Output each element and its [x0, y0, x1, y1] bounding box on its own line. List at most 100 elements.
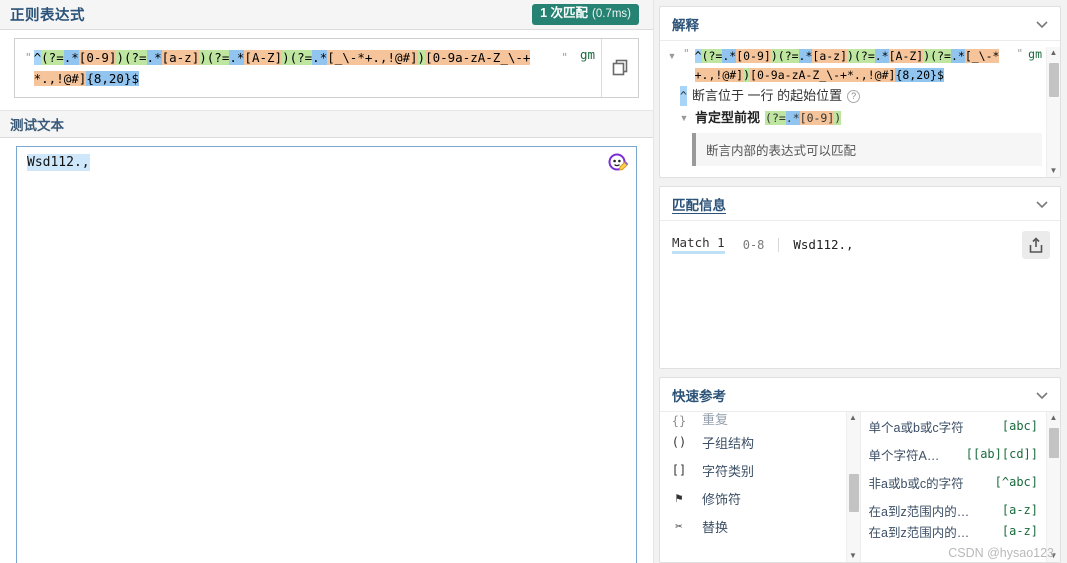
match-label[interactable]: Match 1 — [672, 235, 725, 254]
quick-reference-header: 快速参考 — [660, 378, 1060, 412]
regex-delimiter-close: " — [561, 51, 568, 64]
entry-label: 单个字符A… — [868, 448, 940, 463]
scroll-up-icon[interactable]: ▲ — [1050, 49, 1058, 57]
explanation-body: ▼ " ^(?=.*[0-9])(?=.*[a-z])(?=.*[A-Z])(?… — [660, 41, 1060, 177]
list-item[interactable]: 单个字符A… [[ab][cd]] — [869, 440, 1041, 468]
entry-code: [[ab][cd]] — [965, 447, 1038, 461]
explanation-item-anchor: ^ 断言位于 一行 的起始位置 ? — [666, 85, 1042, 107]
list-item[interactable]: [] 字符类别 — [668, 456, 840, 484]
entry-code: [abc] — [1001, 419, 1038, 433]
test-text-title: 测试文本 — [10, 118, 64, 133]
explanation-anchor-token: ^ — [680, 86, 687, 106]
quick-reference-body: {} 重复 () 子组结构 [] 字符类别 ⚑ 修饰符 ✂ 替换 ▲ ▼ 单个a… — [660, 412, 1060, 562]
scroll-down-icon[interactable]: ▼ — [1050, 167, 1058, 175]
match-range: 0-8 — [743, 237, 780, 252]
entry-scrollbar[interactable]: ▲ ▼ — [1046, 412, 1060, 562]
category-scrollbar[interactable]: ▲ ▼ — [845, 412, 860, 562]
list-item[interactable]: 在a到z范围内的… [a-z] — [869, 496, 1041, 524]
category-list: {} 重复 () 子组结构 [] 字符类别 ⚑ 修饰符 ✂ 替换 — [660, 412, 846, 562]
regex-panel-header: 正则表达式 1 次匹配 (0.7ms) — [0, 0, 653, 30]
scroll-down-icon[interactable]: ▼ — [1050, 552, 1058, 560]
entry-label: 在a到z范围内的… — [868, 504, 970, 519]
chevron-down-icon[interactable] — [1034, 196, 1050, 212]
export-button[interactable] — [1022, 231, 1050, 259]
scrollbar-thumb[interactable] — [848, 474, 859, 512]
list-item[interactable]: () 子组结构 — [668, 428, 840, 456]
explanation-flags: gm — [1028, 47, 1042, 61]
quick-reference-categories: {} 重复 () 子组结构 [] 字符类别 ⚑ 修饰符 ✂ 替换 ▲ ▼ — [660, 412, 861, 562]
avatar-pencil-icon[interactable] — [607, 152, 629, 174]
export-icon — [1029, 236, 1043, 253]
explanation-item-lookahead: ▼ 肯定型前视 (?=.*[0-9]) — [666, 107, 1042, 129]
right-panel: 解释 ▼ " ^(?=.*[0-9])(?=.*[a-z])(?=.*[A-Z]… — [654, 0, 1067, 563]
explain-delimiter-close: " — [1016, 47, 1024, 60]
list-item-label: 替换 — [702, 519, 729, 535]
scissors-icon: ✂ — [675, 519, 683, 533]
explanation-header: 解释 — [660, 7, 1060, 41]
explanation-tree: ▼ " ^(?=.*[0-9])(?=.*[a-z])(?=.*[A-Z])(?… — [660, 47, 1046, 177]
page-title: 正则表达式 — [10, 8, 85, 24]
scroll-down-icon[interactable]: ▼ — [849, 552, 857, 560]
entry-label: 非a或b或c的字符 — [868, 476, 964, 491]
test-text-input[interactable]: Wsd112., — [16, 146, 637, 563]
match-info-body: Match 1 0-8 Wsd112., — [660, 221, 1060, 368]
chevron-down-icon[interactable] — [1034, 16, 1050, 32]
scrollbar-thumb[interactable] — [1049, 428, 1059, 458]
explanation-note: 断言内部的表达式可以匹配 — [692, 133, 1042, 166]
list-item[interactable]: 非a或b或c的字符 [^abc] — [869, 468, 1041, 496]
list-item-label: 子组结构 — [702, 435, 755, 451]
regex-delimiter-open: " — [25, 51, 32, 64]
match-info-header: 匹配信息 — [660, 187, 1060, 221]
copy-icon — [612, 59, 627, 76]
entry-code: [a-z] — [1001, 503, 1038, 517]
explanation-regex-text: ^(?=.*[0-9])(?=.*[a-z])(?=.*[A-Z])(?=.*[… — [694, 49, 1000, 82]
entry-label: 单个a或b或c字符 — [868, 420, 964, 435]
list-item[interactable]: 在a到z范围内的… [a-z] — [869, 524, 1041, 538]
chevron-down-icon[interactable] — [1034, 387, 1050, 403]
quick-reference-entries: 单个a或b或c字符 [abc] 单个字符A… [[ab][cd]] 非a或b或c… — [861, 412, 1060, 562]
scroll-up-icon[interactable]: ▲ — [1050, 414, 1058, 422]
explanation-card: 解释 ▼ " ^(?=.*[0-9])(?=.*[a-z])(?=.*[A-Z]… — [659, 6, 1061, 178]
entry-label: 在a到z范围内的… — [868, 525, 970, 539]
regex-input[interactable]: " ^(?=.*[0-9])(?=.*[a-z])(?=.*[A-Z])(?=.… — [15, 39, 576, 97]
explanation-lookahead-token: (?=.*[0-9]) — [765, 111, 842, 125]
match-count-label: 1 次匹配 — [540, 6, 589, 21]
regex-pattern-text: ^(?=.*[0-9])(?=.*[a-z])(?=.*[A-Z])(?=.*[… — [33, 50, 531, 86]
explain-delimiter-open: " — [683, 47, 690, 60]
entry-list: 单个a或b或c字符 [abc] 单个字符A… [[ab][cd]] 非a或b或c… — [861, 412, 1047, 562]
brackets-icon: [] — [671, 463, 687, 477]
match-row[interactable]: Match 1 0-8 Wsd112., — [672, 235, 1048, 254]
quick-reference-card: 快速参考 {} 重复 () 子组结构 [] 字符类别 ⚑ 修饰符 ✂ 替换 ▲ … — [659, 377, 1061, 563]
list-item[interactable]: ⚑ 修饰符 — [668, 484, 840, 512]
left-panel: 正则表达式 1 次匹配 (0.7ms) " ^(?=.*[0-9])(?=.*[… — [0, 0, 654, 563]
list-item[interactable]: 单个a或b或c字符 [abc] — [869, 412, 1041, 440]
match-info-title: 匹配信息 — [672, 197, 726, 213]
test-text-header: 测试文本 — [0, 110, 653, 138]
tree-toggle-root[interactable]: ▼ — [666, 47, 678, 65]
match-text: Wsd112., — [793, 237, 854, 252]
copy-button[interactable] — [601, 39, 638, 97]
tree-toggle-lookahead[interactable]: ▼ — [678, 109, 690, 127]
test-text-match-highlight: Wsd112., — [27, 154, 90, 171]
explanation-root-row: ▼ " ^(?=.*[0-9])(?=.*[a-z])(?=.*[A-Z])(?… — [666, 47, 1042, 85]
explanation-scrollbar[interactable]: ▲ ▼ — [1046, 47, 1060, 177]
scrollbar-thumb[interactable] — [1049, 63, 1059, 97]
scroll-up-icon[interactable]: ▲ — [849, 414, 857, 422]
match-info-card: 匹配信息 Match 1 0-8 Wsd112., — [659, 186, 1061, 369]
explanation-anchor-text: 断言位于 一行 的起始位置 — [691, 88, 843, 103]
entry-code: [^abc] — [994, 475, 1038, 489]
regex-input-container[interactable]: " ^(?=.*[0-9])(?=.*[a-z])(?=.*[A-Z])(?=.… — [14, 38, 639, 98]
entry-code: [a-z] — [1001, 524, 1038, 538]
braces-icon: {} — [671, 414, 687, 428]
list-item-label: 字符类别 — [702, 463, 755, 479]
regex-tester-app: 正则表达式 1 次匹配 (0.7ms) " ^(?=.*[0-9])(?=.*[… — [0, 0, 1067, 563]
list-item-label: 重复 — [702, 412, 729, 427]
regex-flags[interactable]: gm — [576, 47, 601, 62]
explanation-title: 解释 — [672, 17, 699, 33]
list-item-label: 修饰符 — [702, 491, 742, 507]
match-time-label: (0.7ms) — [592, 8, 631, 21]
list-item[interactable]: {} 重复 — [668, 412, 840, 428]
help-icon[interactable]: ? — [847, 89, 861, 103]
flag-icon: ⚑ — [675, 491, 683, 505]
list-item[interactable]: ✂ 替换 — [668, 512, 840, 540]
